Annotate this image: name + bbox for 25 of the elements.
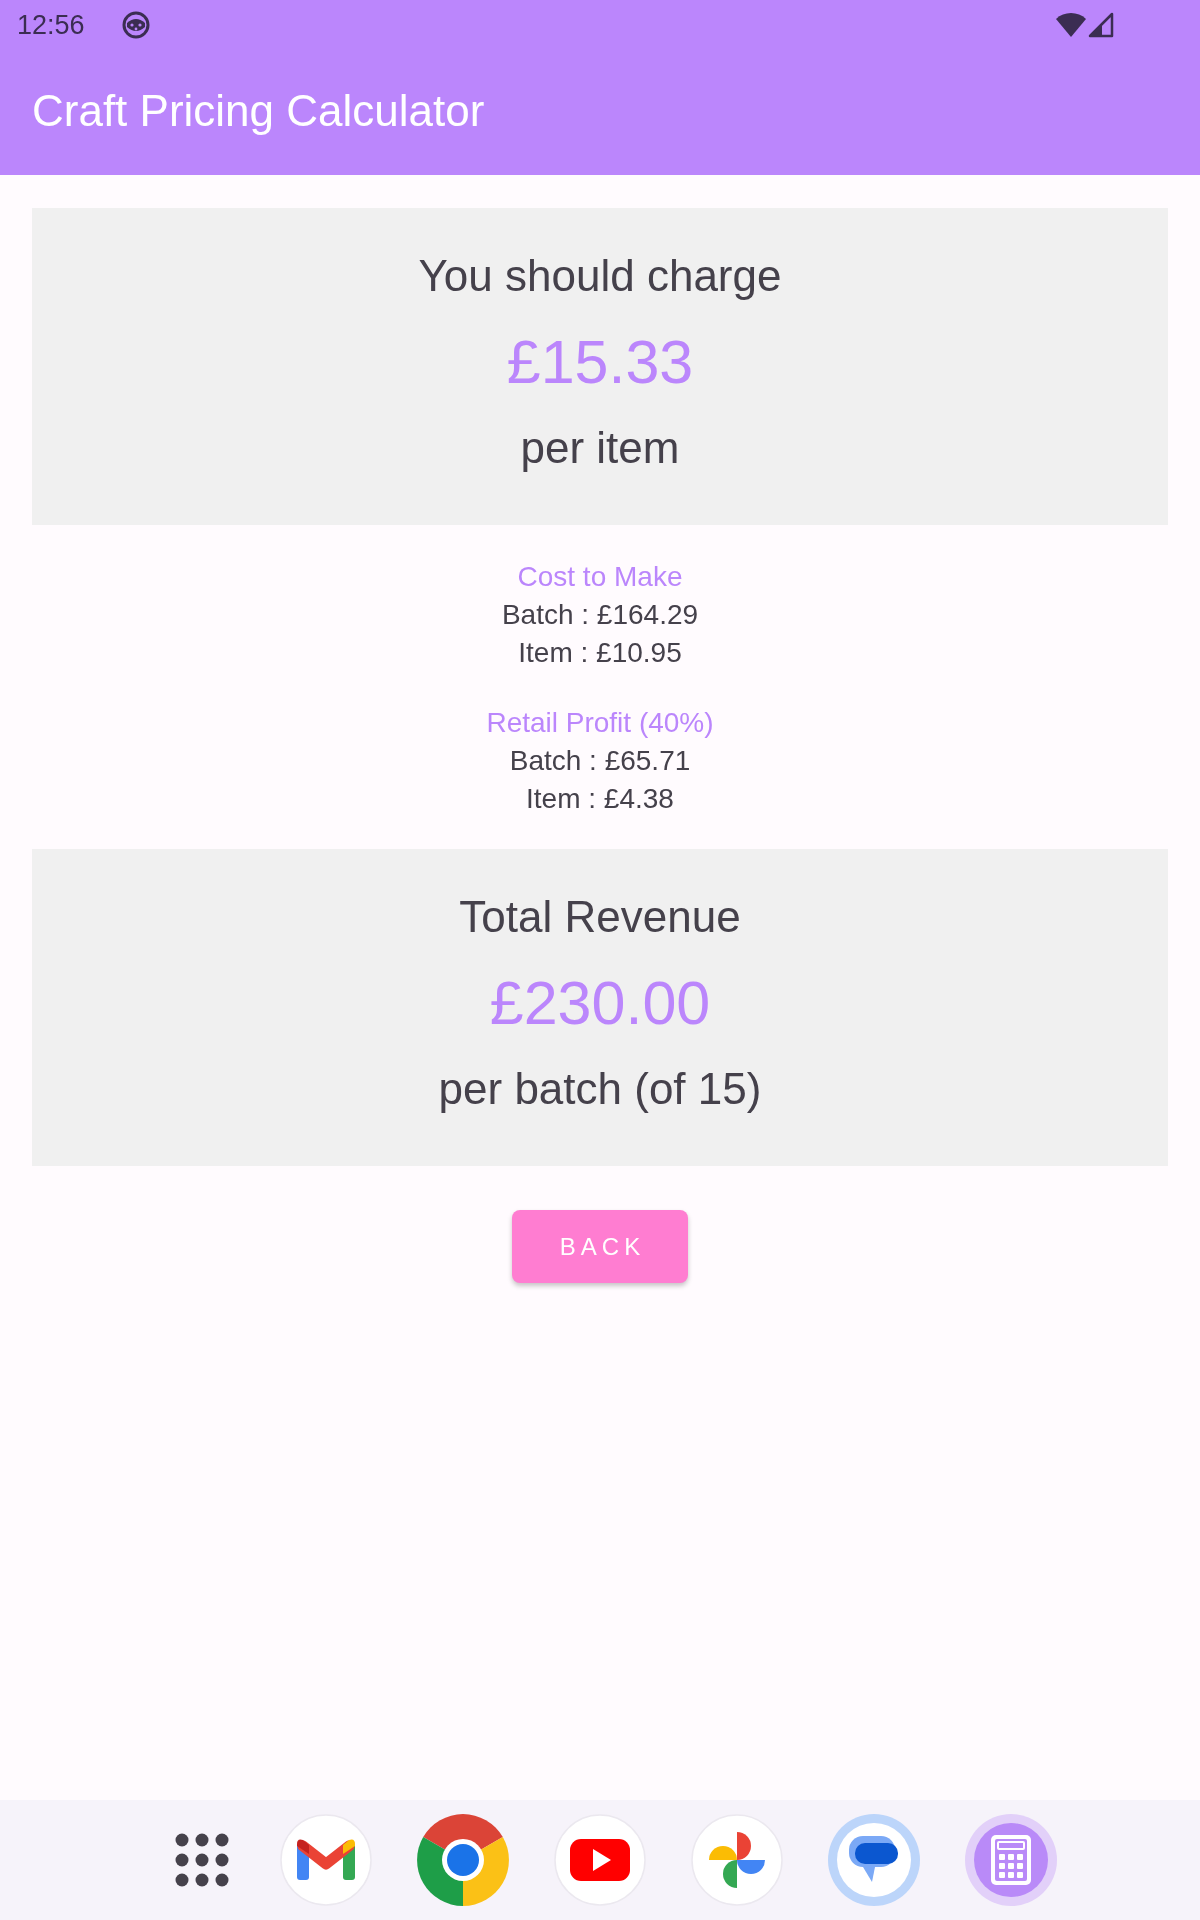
mail-icon[interactable]	[280, 1814, 372, 1906]
app-grid-icon[interactable]	[175, 1833, 229, 1887]
back-button[interactable]: BACK	[512, 1210, 688, 1283]
card-heading: You should charge	[418, 251, 782, 301]
wifi-icon	[1056, 13, 1086, 37]
breakdown-line: Item : £4.38	[526, 782, 674, 816]
app-title: Craft Pricing Calculator	[32, 86, 485, 137]
calculator-icon[interactable]	[965, 1814, 1057, 1906]
card-heading: Total Revenue	[459, 892, 741, 942]
breakdown-line: Batch : £164.29	[501, 598, 699, 632]
pinwheel-icon[interactable]	[691, 1814, 783, 1906]
price-amount: £15.33	[506, 327, 694, 398]
chat-bubble-icon[interactable]	[828, 1814, 920, 1906]
section-title: Retail Profit (40%)	[486, 706, 714, 740]
revenue-amount: £230.00	[489, 968, 711, 1039]
browser-icon[interactable]	[417, 1814, 509, 1906]
video-play-icon[interactable]	[554, 1814, 646, 1906]
section-title: Cost to Make	[517, 560, 683, 594]
status-time: 12:56	[17, 11, 85, 39]
card-caption: per item	[520, 423, 680, 473]
signal-icon	[1088, 12, 1114, 38]
face-icon	[121, 11, 150, 39]
breakdown-line: Item : £10.95	[518, 636, 682, 670]
card-caption: per batch (of 15)	[438, 1064, 762, 1114]
breakdown-line: Batch : £65.71	[509, 744, 691, 778]
